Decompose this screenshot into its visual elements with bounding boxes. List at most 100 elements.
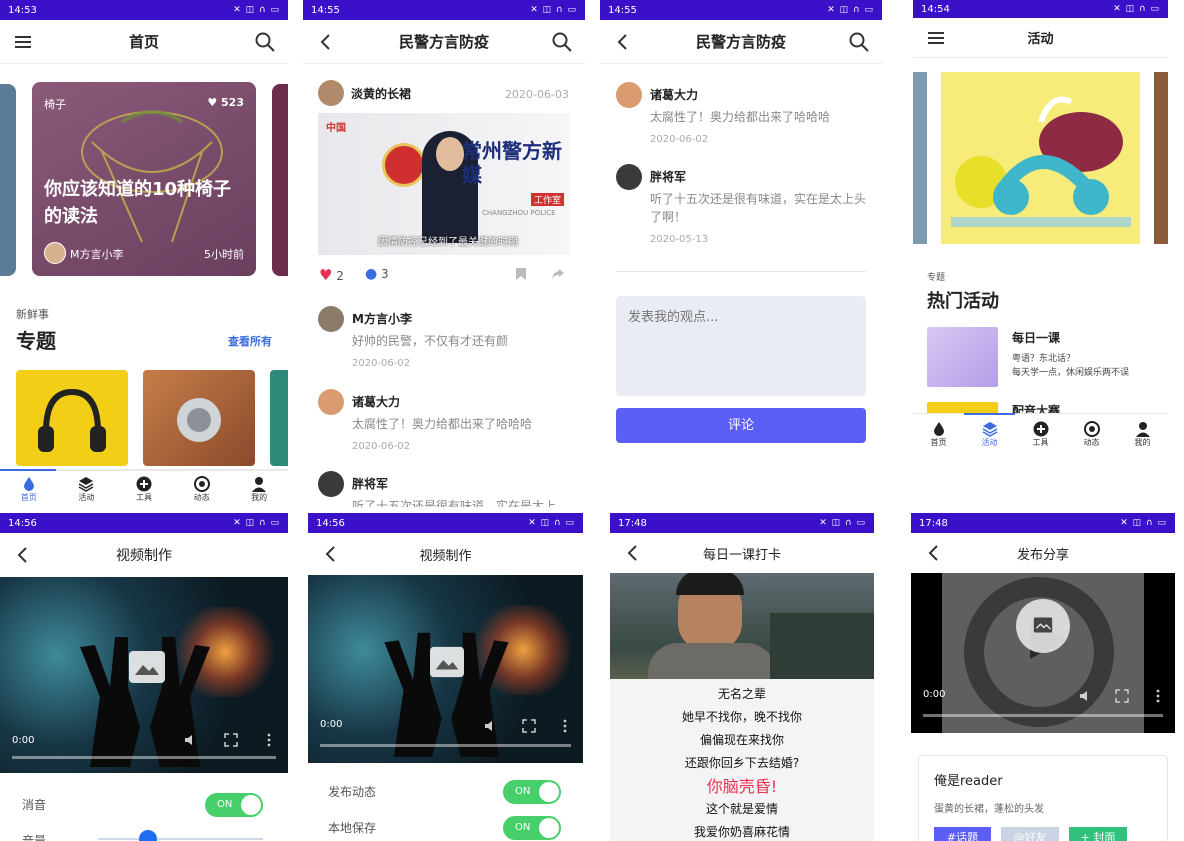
menu-icon[interactable] [925,27,947,49]
post-author[interactable]: 淡黄的长裙 [351,85,411,102]
volume-icon[interactable] [484,719,498,733]
featured-activity-image[interactable] [941,72,1140,244]
back-icon[interactable] [622,542,644,564]
video-progress-bar[interactable] [320,744,571,747]
lesson-video-frame[interactable] [610,573,874,679]
commenter-name[interactable]: 诸葛大力 [352,393,400,410]
video-player[interactable]: 0:00 [911,573,1175,733]
publish-toggle[interactable]: ON [503,780,561,804]
commenter-avatar[interactable] [318,389,344,415]
lyric-line-highlight: 你脑壳昏! [706,777,778,796]
commenter-avatar[interactable] [318,306,344,332]
nav-mine-label: 我的 [1134,438,1151,447]
commenter-name[interactable]: M方言小李 [352,310,412,327]
image-placeholder-icon [1016,599,1070,653]
nav-mine[interactable]: 我的 [251,476,267,503]
mute-label: 消音 [22,798,47,812]
back-icon[interactable] [320,543,342,565]
actor-body [648,643,776,679]
activity-item-thumb [927,327,998,387]
volume-slider[interactable] [98,830,263,841]
carousel-prev-peek[interactable] [913,72,927,244]
activity-item[interactable]: 配音大赛 [927,400,1162,414]
topic-button[interactable]: #话题 [934,827,991,841]
video-progress-bar[interactable] [12,756,276,759]
commenter-avatar[interactable] [318,471,344,497]
see-all-link[interactable]: 查看所有 [228,333,272,349]
commenter-avatar[interactable] [616,164,642,190]
nav-dynamic[interactable]: 动态 [1083,421,1100,448]
bookmark-icon[interactable] [515,267,527,281]
activity-item-line1: 粤语？东北话？ [1012,354,1076,364]
comment-text: 太腐性了！奥力给都出来了哈哈哈 [352,417,533,431]
publish-label: 发布动态 [328,785,377,799]
topic-card-headphones[interactable] [16,370,128,466]
plus-circle-icon [136,476,152,491]
status-time: 17:48 [919,517,948,529]
nav-home[interactable]: 首页 [931,421,947,448]
video-player[interactable]: 0:00 [0,577,288,773]
nav-mine[interactable]: 我的 [1135,421,1151,448]
carousel-prev-peek[interactable] [0,84,16,276]
page-title: 每日一课打卡 [702,547,781,563]
video-time: 0:00 [320,719,343,730]
search-icon[interactable] [848,31,870,53]
search-icon[interactable] [254,31,276,53]
volume-slider-thumb[interactable] [138,830,157,841]
post-video[interactable]: 中国 常州警方新媒 工作室 CHANGZHOU POLICE 因情防控已经到了最… [318,113,570,255]
back-icon[interactable] [315,31,337,53]
cover-button[interactable]: + 封面 [1069,827,1127,841]
more-options-icon[interactable] [558,719,572,733]
video-player[interactable]: 0:00 [308,575,583,763]
back-icon[interactable] [12,544,34,566]
screen-share: 17:48 ✕ ◫ ∩ ▭ 发布分享 0:00 俺是reader 蛋黄的长裙，蓬… [911,513,1175,841]
carousel-next-peek[interactable] [272,84,288,276]
more-options-icon[interactable] [1151,689,1165,703]
carousel-next-peek[interactable] [1154,72,1168,244]
nav-dynamic[interactable]: 动态 [193,475,210,503]
back-icon[interactable] [923,542,945,564]
volume-icon[interactable] [184,733,198,747]
commenter-avatar[interactable] [616,82,642,108]
app-bar: 视频制作 [0,533,288,577]
more-options-icon[interactable] [262,733,276,747]
commenter-name[interactable]: 胖将军 [352,475,388,492]
search-icon[interactable] [551,31,573,53]
nav-home[interactable]: 首页 [21,476,37,503]
fullscreen-icon[interactable] [224,733,238,747]
volume-icon[interactable] [1079,689,1093,703]
mute-toggle[interactable]: ON [205,793,263,817]
nav-active-indicator [964,413,1015,415]
post-author-avatar[interactable] [318,80,344,106]
nav-activity[interactable]: 活动 [78,476,94,503]
like-button[interactable]: ♥ 2 [319,266,344,284]
commenter-name[interactable]: 胖将军 [650,168,686,185]
fullscreen-icon[interactable] [1115,689,1129,703]
video-progress-bar[interactable] [923,714,1163,717]
nav-tools[interactable]: 工具 [1033,421,1049,448]
comment-button[interactable]: ● 3 [365,266,389,282]
save-toggle[interactable]: ON [503,816,561,840]
nav-activity[interactable]: 活动 [982,421,998,448]
back-icon[interactable] [612,31,634,53]
commenter-name[interactable]: 诸葛大力 [650,86,698,103]
screen-lesson: 17:48 ✕ ◫ ∩ ▭ 每日一课打卡 无名之辈 她早不找你，晚不找你 偏偏现… [610,513,874,841]
status-bar: 14:55 ✕ ◫ ∩ ▭ [600,0,882,20]
featured-card[interactable]: 椅子 ♥ 523 你应该知道的10种椅子的读法 M方言小李 5小时前 [32,82,256,276]
app-bar: 每日一课打卡 [610,533,874,573]
police-emblem [382,143,426,187]
nav-dynamic-label: 动态 [193,492,210,502]
fullscreen-icon[interactable] [522,719,536,733]
mention-button[interactable]: @好友 [1001,827,1059,841]
nav-tools[interactable]: 工具 [136,476,152,503]
submit-comment-button[interactable]: 评论 [616,408,866,443]
topic-card-headphones-2[interactable] [143,370,255,466]
menu-icon[interactable] [12,31,34,53]
topic-card-peek[interactable] [270,370,288,466]
status-icons: ✕ ◫ ∩ ▭ [528,518,575,528]
share-desc[interactable]: 蛋黄的长裙，蓬松的头发 [934,800,1044,815]
nav-dynamic-label: 动态 [1083,438,1100,447]
comment-input[interactable] [616,296,866,396]
activity-item[interactable]: 每日一课 粤语？东北话？ 每天学一点，休闲娱乐两不误 [927,325,1162,389]
share-icon[interactable] [551,268,565,280]
